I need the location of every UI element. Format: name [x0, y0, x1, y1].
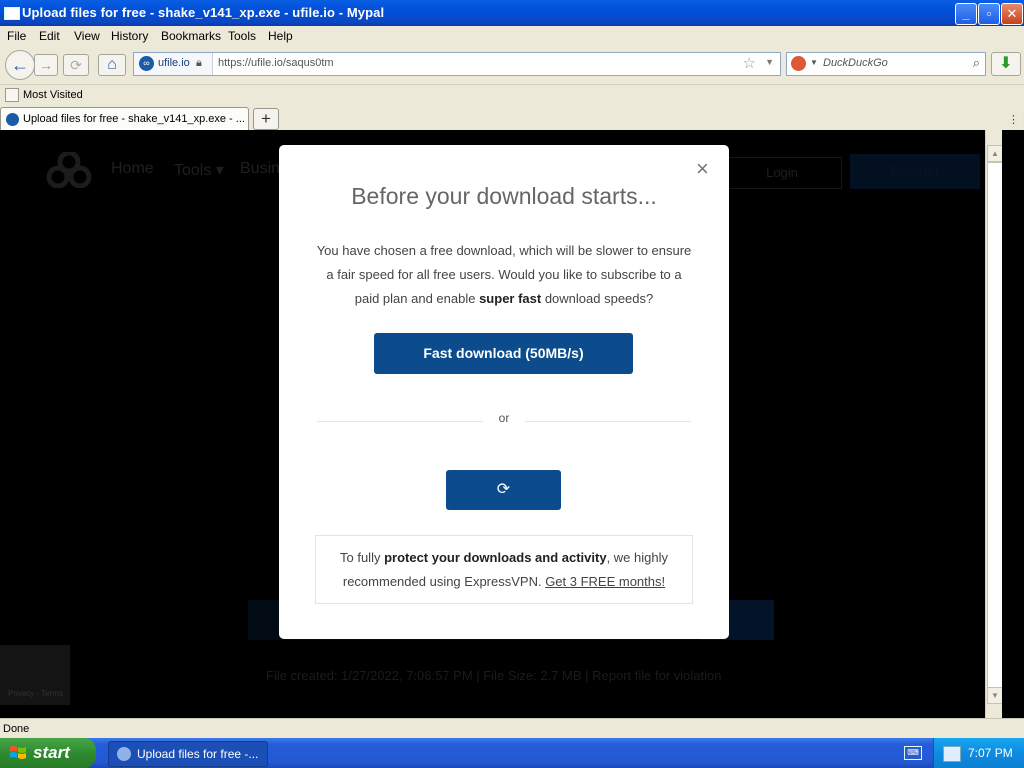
- divider-right: [525, 421, 691, 422]
- scrollbar-track[interactable]: [987, 162, 1003, 688]
- tab-ufile[interactable]: Upload files for free - shake_v141_xp.ex…: [0, 107, 249, 131]
- search-icon[interactable]: ⌕: [973, 55, 980, 71]
- bg-login-button: Login: [722, 157, 842, 189]
- maximize-button[interactable]: ▫: [978, 3, 1000, 25]
- download-modal: × Before your download starts... You hav…: [279, 145, 729, 639]
- taskbar-item-mypal[interactable]: Upload files for free -...: [108, 741, 268, 767]
- address-bar[interactable]: ∞ ufile.io 🔒︎ https://ufile.io/saqus0tm …: [133, 52, 781, 76]
- recaptcha-terms: Privacy - Terms: [8, 689, 63, 698]
- menu-edit[interactable]: Edit: [39, 29, 60, 43]
- menu-tools[interactable]: Tools: [228, 29, 256, 43]
- vpn-bold: protect your downloads and activity: [384, 550, 607, 565]
- forward-arrow-icon: →: [39, 57, 53, 73]
- site-label: ufile.io: [158, 57, 190, 69]
- clock[interactable]: 7:07 PM: [968, 746, 1013, 760]
- bg-nav-tools: Tools ▾: [174, 162, 224, 179]
- new-tab-button[interactable]: +: [253, 108, 279, 130]
- duckduckgo-icon[interactable]: [791, 56, 806, 71]
- back-arrow-icon: ←: [11, 55, 29, 75]
- search-bar[interactable]: ▼ DuckDuckGo ⌕: [786, 52, 986, 76]
- search-engine-dropdown-icon[interactable]: ▼: [810, 58, 818, 67]
- status-text: Done: [3, 723, 30, 735]
- back-button[interactable]: ←: [5, 50, 35, 80]
- navigation-toolbar: ← → ⟳ ⌂ ∞ ufile.io 🔒︎ https://ufile.io/s…: [0, 45, 1024, 84]
- minimize-button[interactable]: _: [955, 3, 977, 25]
- or-label: or: [498, 411, 510, 425]
- forward-button[interactable]: →: [34, 54, 58, 76]
- menu-history[interactable]: History: [111, 29, 148, 43]
- free-download-button[interactable]: ⟳: [446, 470, 561, 510]
- bg-file-info: File created: 1/27/2022, 7:06:57 PM | Fi…: [266, 668, 722, 683]
- plus-icon: +: [261, 109, 271, 128]
- content-edge: [1002, 130, 1024, 718]
- downloads-button[interactable]: ⬇: [991, 52, 1021, 76]
- lock-icon: 🔒︎: [196, 57, 202, 69]
- home-icon: ⌂: [107, 56, 117, 73]
- taskbar-item-label: Upload files for free -...: [137, 747, 259, 761]
- system-tray: 7:07 PM: [933, 738, 1024, 768]
- most-visited-bookmark[interactable]: Most Visited: [23, 89, 83, 101]
- start-button[interactable]: start: [0, 738, 96, 768]
- loading-spinner-icon: ⟳: [496, 481, 511, 498]
- home-button[interactable]: ⌂: [98, 54, 126, 76]
- scroll-up-icon[interactable]: ▲: [987, 145, 1003, 162]
- taskbar: start Upload files for free -... ⌨ 7:07 …: [0, 738, 1024, 768]
- reload-icon: ⟳: [70, 57, 82, 73]
- fast-download-button[interactable]: Fast download (50MB/s): [374, 333, 633, 374]
- url-text[interactable]: https://ufile.io/saqus0tm: [218, 57, 334, 69]
- bg-register-button: Register: [850, 154, 980, 189]
- status-bar: Done: [0, 718, 1024, 739]
- url-dropdown-icon[interactable]: ▼: [765, 57, 774, 67]
- ufile-site-icon: ∞: [139, 56, 154, 71]
- windows-flag-icon: [10, 746, 26, 759]
- desc-text-2: download speeds?: [541, 291, 654, 306]
- modal-heading: Before your download starts...: [351, 183, 657, 209]
- menu-view[interactable]: View: [74, 29, 100, 43]
- menu-help[interactable]: Help: [268, 29, 293, 43]
- ufile-tab-icon: [6, 113, 19, 126]
- start-label: start: [33, 743, 70, 762]
- site-identity[interactable]: ∞ ufile.io 🔒︎: [134, 53, 213, 75]
- ufile-logo: [46, 152, 92, 188]
- menu-bookmarks[interactable]: Bookmarks: [161, 29, 221, 43]
- network-icon[interactable]: [943, 746, 961, 762]
- close-window-button[interactable]: ✕: [1001, 3, 1023, 25]
- tab-title: Upload files for free - shake_v141_xp.ex…: [23, 113, 245, 125]
- menu-file[interactable]: File: [7, 29, 26, 43]
- download-icon: ⬇: [999, 55, 1013, 72]
- keyboard-icon[interactable]: ⌨: [904, 746, 922, 760]
- vpn-text-1: To fully: [340, 550, 385, 565]
- mypal-icon: [117, 747, 131, 761]
- folder-icon: [5, 88, 19, 102]
- vpn-text: To fully protect your downloads and acti…: [316, 546, 692, 594]
- bg-nav-home: Home: [111, 160, 154, 177]
- desc-bold: super fast: [479, 291, 542, 306]
- bookmarks-toolbar: Most Visited: [0, 84, 1024, 106]
- tab-strip: Upload files for free - shake_v141_xp.ex…: [0, 105, 1024, 131]
- bg-nav-business: Busin: [240, 160, 281, 177]
- vertical-scrollbar[interactable]: ▲ ▼: [985, 130, 1003, 718]
- vpn-notice: To fully protect your downloads and acti…: [315, 535, 693, 604]
- bookmark-star-icon[interactable]: ☆: [743, 54, 756, 72]
- list-all-tabs-icon[interactable]: ⋮⋮: [1008, 113, 1024, 126]
- app-icon: [4, 7, 20, 20]
- window-title: Upload files for free - shake_v141_xp.ex…: [22, 5, 385, 20]
- modal-close-icon[interactable]: ×: [696, 158, 709, 180]
- search-input[interactable]: DuckDuckGo: [823, 57, 888, 69]
- vpn-offer-link[interactable]: Get 3 FREE months!: [545, 574, 665, 589]
- modal-description: You have chosen a free download, which w…: [313, 239, 695, 311]
- menu-bar: File Edit View History Bookmarks Tools H…: [0, 26, 1024, 45]
- title-bar: Upload files for free - shake_v141_xp.ex…: [0, 0, 1024, 26]
- scroll-down-icon[interactable]: ▼: [987, 687, 1003, 704]
- reload-button[interactable]: ⟳: [63, 54, 89, 76]
- recaptcha-badge: Privacy - Terms: [0, 645, 70, 705]
